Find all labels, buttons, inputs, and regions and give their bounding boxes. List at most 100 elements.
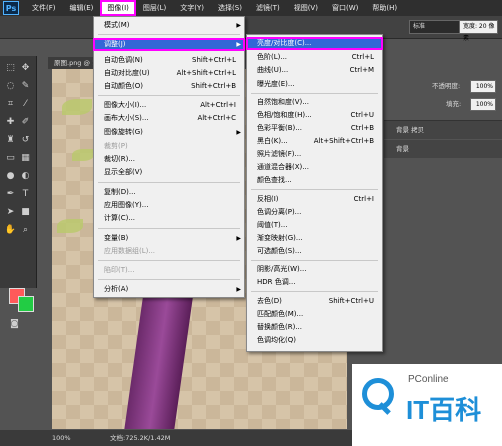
menu-item[interactable]: 替换颜色(R)...: [247, 322, 382, 333]
eyedropper-icon[interactable]: ⁄: [19, 98, 32, 111]
menu-item[interactable]: 阈值(T)...: [247, 220, 382, 231]
menu-view[interactable]: 视图(V): [287, 0, 325, 16]
menu-item[interactable]: 色调均化(Q): [247, 335, 382, 346]
menu-item[interactable]: 自动色调(N) Shift+Ctrl+L: [94, 55, 244, 66]
menu-item-label: 色调分离(P)...: [257, 208, 302, 216]
menu-item-label: 模式(M): [104, 21, 130, 29]
menu-item[interactable]: 阴影/高光(W)...: [247, 264, 382, 275]
menu-item[interactable]: 曲线(U)... Ctrl+M: [247, 65, 382, 76]
leaf-decoration: [57, 219, 83, 233]
properties-panel: 不透明度: 100% 填充: 100%: [400, 56, 502, 376]
clone-stamp-icon[interactable]: ♜: [4, 134, 17, 147]
menu-item[interactable]: 图像大小(I)... Alt+Ctrl+I: [94, 100, 244, 111]
menu-item[interactable]: 应用图像(Y)...: [94, 200, 244, 211]
lasso-tool-icon[interactable]: ◌: [4, 80, 17, 93]
menu-item[interactable]: 复制(D)...: [94, 187, 244, 198]
gradient-tool-icon[interactable]: ▦: [19, 152, 32, 165]
healing-brush-icon[interactable]: ✚: [4, 116, 17, 129]
background-color-swatch[interactable]: [18, 296, 34, 312]
menu-item-label: 图像旋转(G): [104, 128, 143, 136]
pen-tool-icon[interactable]: ✒: [4, 188, 17, 201]
menu-item[interactable]: 变量(B) ▶: [94, 233, 244, 244]
layer-row[interactable]: 背景: [384, 140, 502, 158]
menu-select[interactable]: 选择(S): [211, 0, 249, 16]
brush-tool-icon[interactable]: ✐: [19, 116, 32, 129]
menu-type[interactable]: 文字(Y): [173, 0, 211, 16]
menu-item[interactable]: 自动对比度(U) Alt+Shift+Ctrl+L: [94, 68, 244, 79]
hand-tool-icon[interactable]: ✋: [4, 224, 17, 237]
menu-item[interactable]: 色阶(L)... Ctrl+L: [247, 52, 382, 63]
eraser-tool-icon[interactable]: ▭: [4, 152, 17, 165]
menu-item-label: 自动颜色(O): [104, 82, 143, 90]
submenu-arrow-icon: ▶: [236, 235, 241, 242]
menu-item[interactable]: 色调分离(P)...: [247, 207, 382, 218]
menu-item[interactable]: 反相(I) Ctrl+I: [247, 194, 382, 205]
menu-item[interactable]: 渐变映射(G)...: [247, 233, 382, 244]
marquee-tool-icon[interactable]: ⬚: [4, 62, 17, 75]
menu-item-label: 自然饱和度(V)...: [257, 98, 309, 106]
menu-file[interactable]: 文件(F): [25, 0, 63, 16]
menu-layer[interactable]: 图层(L): [136, 0, 173, 16]
move-tool-icon[interactable]: ✥: [19, 62, 32, 75]
width-field[interactable]: 宽度: 20 像素: [459, 20, 498, 42]
zoom-level[interactable]: 100%: [52, 430, 71, 446]
fill-label: 填充:: [446, 100, 462, 108]
quick-select-icon[interactable]: ✎: [19, 80, 32, 93]
menu-item[interactable]: 显示全部(V): [94, 167, 244, 178]
menu-item-shortcut: Ctrl+I: [353, 195, 374, 203]
menu-item[interactable]: 计算(C)...: [94, 213, 244, 224]
menu-bar: Ps 文件(F) 编辑(E) 图像(I) 图层(L) 文字(Y) 选择(S) 滤…: [0, 0, 502, 16]
menu-item-label: 可选颜色(S)...: [257, 247, 302, 255]
menu-filter[interactable]: 滤镜(T): [249, 0, 287, 16]
menu-item[interactable]: 亮度/对比度(C)...: [246, 37, 383, 50]
menu-item[interactable]: 匹配颜色(M)...: [247, 309, 382, 320]
menu-item[interactable]: 黑白(K)... Alt+Shift+Ctrl+B: [247, 136, 382, 147]
menu-item[interactable]: 调整(J) ▶: [93, 38, 245, 51]
menu-separator: [98, 279, 240, 280]
history-brush-icon[interactable]: ↺: [19, 134, 32, 147]
menu-item[interactable]: 自动颜色(O) Shift+Ctrl+B: [94, 81, 244, 92]
menu-item[interactable]: 照片滤镜(F)...: [247, 149, 382, 160]
menu-edit[interactable]: 编辑(E): [63, 0, 101, 16]
layer-row[interactable]: 背景 拷贝: [384, 120, 502, 139]
menu-item-label: 裁剪(P): [104, 142, 128, 150]
menu-item[interactable]: 画布大小(S)... Alt+Ctrl+C: [94, 113, 244, 124]
shape-tool-icon[interactable]: ■: [19, 206, 32, 219]
menu-item[interactable]: 曝光度(E)...: [247, 79, 382, 90]
zoom-tool-icon[interactable]: ⌕: [19, 224, 32, 237]
menu-item-label: 应用图像(Y)...: [104, 201, 149, 209]
menu-item[interactable]: 模式(M) ▶: [94, 20, 244, 31]
menu-item-label: 自动色调(N): [104, 56, 143, 64]
path-select-icon[interactable]: ➤: [4, 206, 17, 219]
menu-image[interactable]: 图像(I): [100, 0, 136, 16]
menu-item[interactable]: 裁切(R)...: [94, 154, 244, 165]
menu-item[interactable]: 分析(A) ▶: [94, 284, 244, 295]
menu-window[interactable]: 窗口(W): [325, 0, 365, 16]
crop-tool-icon[interactable]: ⌗: [4, 98, 17, 111]
quick-mask-icon[interactable]: ◙: [8, 318, 21, 331]
menu-item[interactable]: 可选颜色(S)...: [247, 246, 382, 257]
opacity-field[interactable]: 100%: [470, 80, 496, 93]
menu-item[interactable]: 去色(D) Shift+Ctrl+U: [247, 296, 382, 307]
dodge-tool-icon[interactable]: ◐: [19, 170, 32, 183]
menu-item-label: 色调均化(Q): [257, 336, 296, 344]
type-tool-icon[interactable]: T: [19, 188, 32, 201]
blur-tool-icon[interactable]: ●: [4, 170, 17, 183]
menu-item[interactable]: 颜色查找...: [247, 175, 382, 186]
watermark-text: IT百科: [406, 395, 482, 425]
menu-item[interactable]: 自然饱和度(V)...: [247, 97, 382, 108]
menu-item[interactable]: 图像旋转(G) ▶: [94, 127, 244, 138]
menu-item[interactable]: HDR 色调...: [247, 277, 382, 288]
style-select[interactable]: 标准: [409, 20, 462, 34]
menu-help[interactable]: 帮助(H): [365, 0, 404, 16]
menu-item[interactable]: 通道混合器(X)...: [247, 162, 382, 173]
fill-field[interactable]: 100%: [470, 98, 496, 111]
menu-item-label: 曲线(U)...: [257, 66, 289, 74]
submenu-arrow-icon: ▶: [236, 41, 241, 48]
menu-item[interactable]: 色相/饱和度(H)... Ctrl+U: [247, 110, 382, 121]
menu-item-label: 渐变映射(G)...: [257, 234, 303, 242]
menu-item[interactable]: 色彩平衡(B)... Ctrl+B: [247, 123, 382, 134]
doc-size-info: 文档:725.2K/1.42M: [110, 434, 171, 442]
menu-item-label: 调整(J): [104, 40, 126, 48]
menu-separator: [251, 93, 378, 94]
